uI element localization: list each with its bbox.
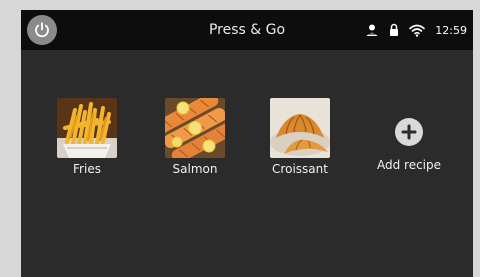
plus-icon [395, 118, 423, 146]
clock-time: 12:59 [435, 23, 467, 37]
add-recipe-label: Add recipe [376, 158, 442, 172]
recipe-tile-salmon[interactable]: Salmon [150, 98, 240, 188]
croissant-image [270, 98, 330, 158]
add-recipe-button[interactable]: Add recipe [364, 98, 454, 188]
top-bar: Press & Go 12:59 [21, 10, 473, 50]
recipe-tile-croissant[interactable]: Croissant [255, 98, 345, 188]
wifi-icon[interactable] [409, 24, 426, 37]
salmon-image [165, 98, 225, 158]
recipe-tile-fries[interactable]: Fries [42, 98, 132, 188]
recipe-label: Croissant [272, 162, 328, 176]
recipe-grid: Fries Salmon Croissant Add recipe [21, 98, 473, 188]
recipe-label: Fries [73, 162, 101, 176]
oven-screen: Press & Go 12:59 Fries Salmon Croissant … [21, 10, 473, 277]
fries-image [57, 98, 117, 158]
recipe-label: Salmon [172, 162, 218, 176]
user-icon[interactable] [365, 23, 379, 37]
status-area: 12:59 [365, 10, 467, 50]
lock-icon[interactable] [389, 23, 399, 37]
